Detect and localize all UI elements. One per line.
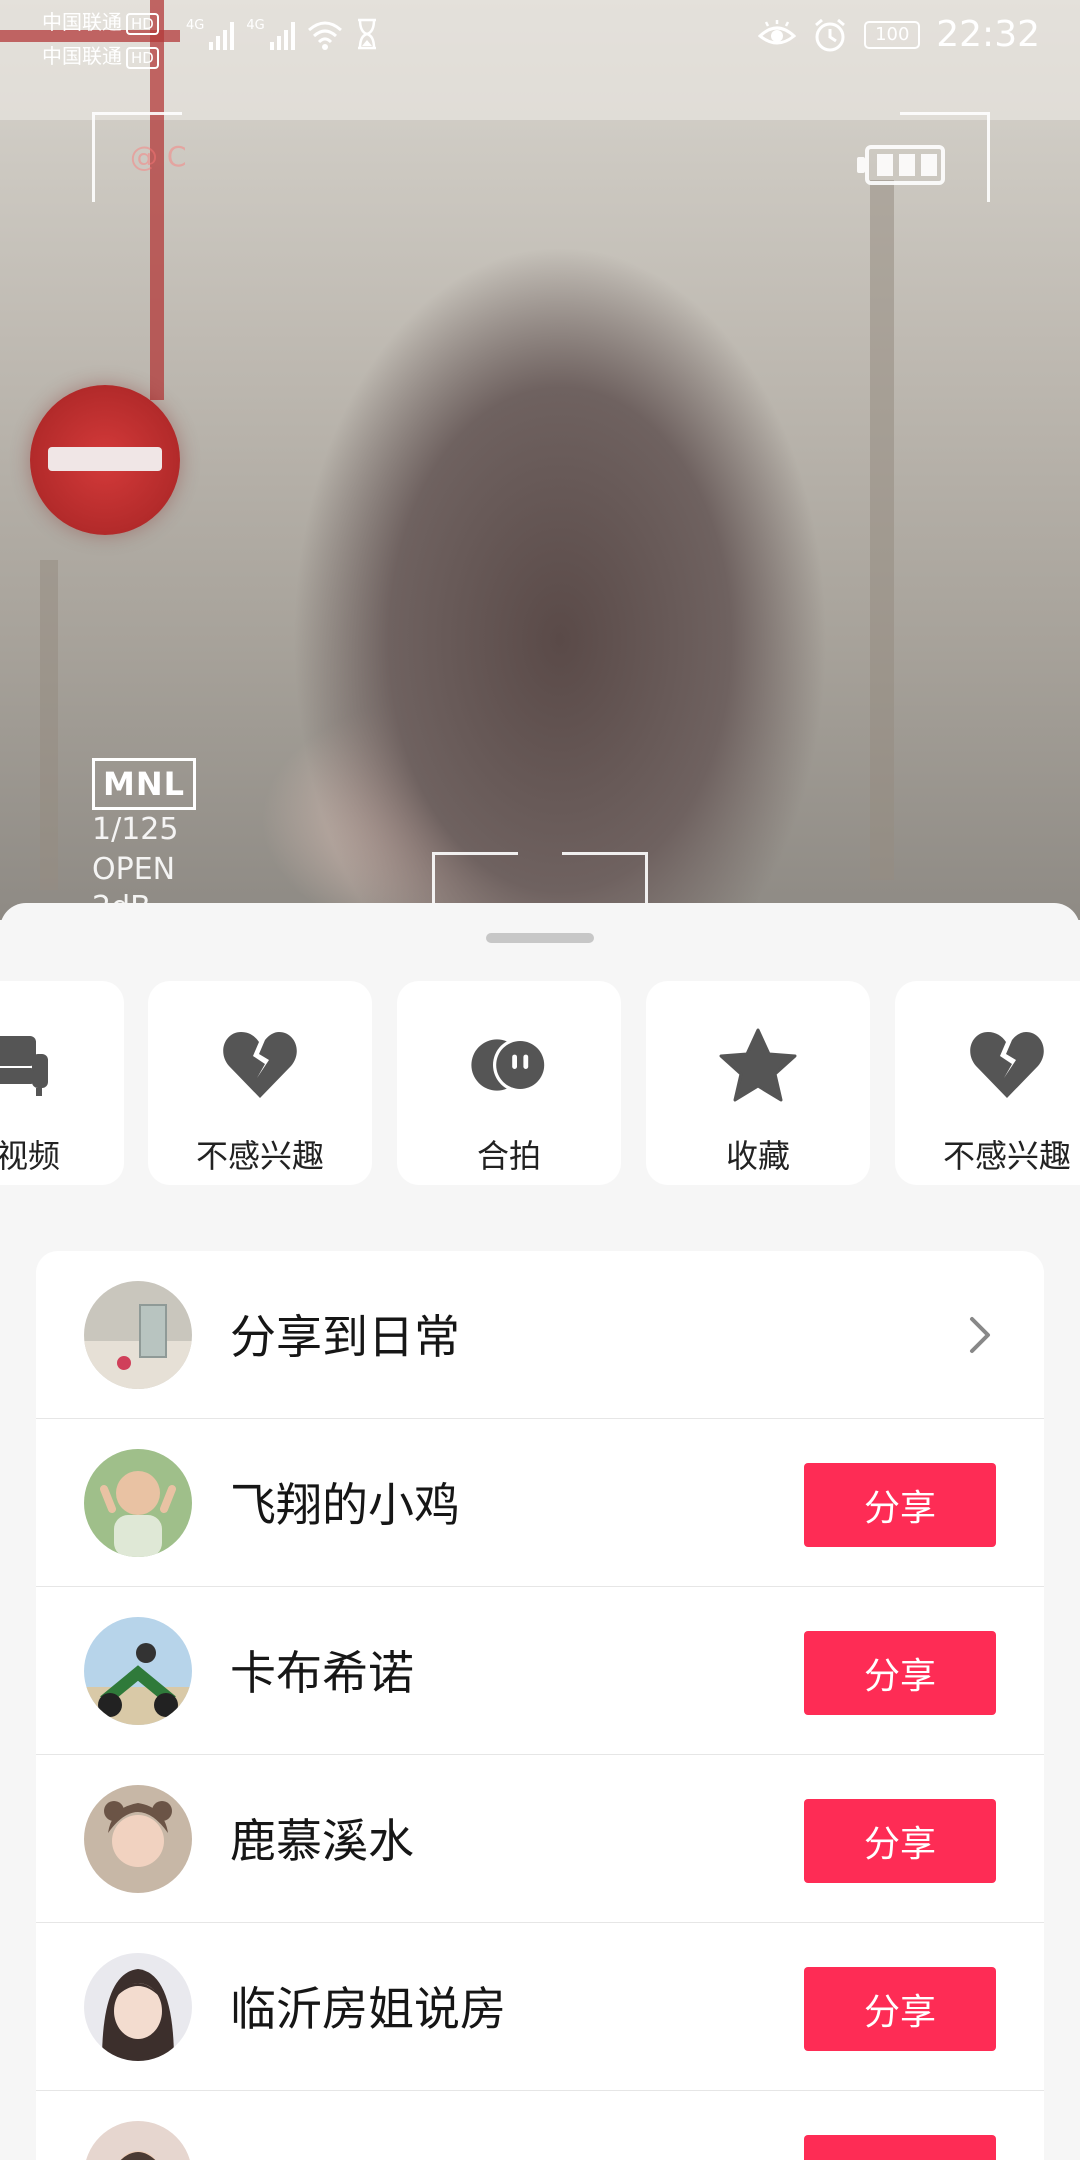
carrier-2: 中国联通 HD — [42, 40, 159, 69]
hd-badge: HD — [126, 13, 159, 35]
contact-name: 鹿慕溪水 — [230, 1814, 414, 1868]
avatar — [84, 1785, 192, 1893]
camera-frame-corner — [92, 112, 182, 202]
contact-name: 飞翔的小鸡 — [230, 1478, 460, 1532]
action-favorite[interactable]: 收藏 — [646, 981, 870, 1185]
share-bottom-sheet: 看视频 不感兴趣 合拍 — [0, 903, 1080, 2160]
sheet-drag-handle[interactable] — [486, 933, 594, 943]
hourglass-icon — [357, 18, 376, 50]
camera-battery-icon — [857, 145, 945, 185]
camera-mode-label: MNL — [92, 758, 197, 810]
contact-row: 临沂房姐说房 分享 — [36, 1923, 1044, 2091]
action-label: 不感兴趣 — [942, 1137, 1071, 1175]
signal-indicators: 4G 4G — [186, 18, 379, 50]
status-bar: 中国联通 HD 中国联通 HD 4G 4G 100 22:32 — [0, 0, 1080, 75]
contact-name: 卡布希诺 — [230, 1646, 414, 1700]
share-list: 分享到日常 飞翔的小鸡 分享 卡布希诺 分享 鹿慕溪水 分享 临沂房姐说房 分享 — [36, 1251, 1044, 2160]
action-label: 看视频 — [0, 1137, 60, 1175]
contact-name: 临沂房姐说房 — [230, 1982, 506, 2036]
carrier-name: 中国联通 — [42, 44, 122, 68]
avatar — [84, 2121, 192, 2160]
wifi-icon — [307, 21, 342, 50]
star-icon — [718, 1025, 798, 1105]
broken-heart-icon — [967, 1025, 1047, 1105]
contact-row: 飞翔的小鸡 分享 — [36, 1419, 1044, 1587]
action-label: 合拍 — [476, 1137, 541, 1175]
clock: 22:32 — [936, 14, 1040, 55]
video-background[interactable]: @ C MNL 1/125 OPEN 2dB — [0, 0, 1080, 920]
battery-icon: 100 — [864, 20, 921, 49]
camera-aperture-text: OPEN — [92, 852, 176, 887]
broken-heart-icon — [220, 1025, 300, 1105]
action-duet[interactable]: 合拍 — [397, 981, 621, 1185]
hd-badge: HD — [126, 47, 159, 69]
contact-row: 分享 — [36, 2091, 1044, 2160]
alarm-icon — [815, 18, 846, 51]
contact-row: 卡布希诺 分享 — [36, 1587, 1044, 1755]
network-type: 4G — [186, 18, 205, 33]
network-type: 4G — [246, 18, 265, 33]
action-not-interested-2[interactable]: 不感兴趣 — [895, 981, 1080, 1185]
share-button[interactable]: 分享 — [804, 1967, 996, 2051]
signal-strength-icon: 4G — [246, 18, 295, 50]
share-button[interactable]: 分享 — [804, 1463, 996, 1547]
pillar — [870, 180, 894, 880]
share-button[interactable]: 分享 — [804, 2135, 996, 2160]
action-watch-video[interactable]: 看视频 — [0, 981, 124, 1185]
share-to-daily-row[interactable]: 分享到日常 — [36, 1251, 1044, 1419]
no-entry-sign — [30, 385, 180, 535]
avatar — [84, 1953, 192, 2061]
duet-icon — [469, 1025, 549, 1105]
sofa-icon — [0, 1025, 52, 1105]
share-button[interactable]: 分享 — [804, 1631, 996, 1715]
avatar — [84, 1449, 192, 1557]
share-button[interactable]: 分享 — [804, 1799, 996, 1883]
status-right: 100 22:32 — [758, 14, 1040, 55]
carrier-1: 中国联通 HD — [42, 6, 159, 35]
avatar — [84, 1617, 192, 1725]
action-row[interactable]: 看视频 不感兴趣 合拍 — [0, 981, 1080, 1185]
avatar — [84, 1281, 192, 1389]
chevron-right-icon — [970, 1317, 990, 1353]
pillar — [40, 560, 58, 890]
share-to-daily-label: 分享到日常 — [230, 1310, 460, 1364]
carrier-name: 中国联通 — [42, 10, 122, 34]
action-not-interested[interactable]: 不感兴趣 — [148, 981, 372, 1185]
signal-strength-icon: 4G — [186, 18, 235, 50]
eye-comfort-icon — [758, 19, 797, 44]
battery-level: 100 — [875, 24, 910, 45]
action-label: 不感兴趣 — [195, 1137, 324, 1175]
action-label: 收藏 — [725, 1137, 790, 1175]
camera-shutter-text: 1/125 — [92, 812, 179, 847]
contact-row: 鹿慕溪水 分享 — [36, 1755, 1044, 1923]
